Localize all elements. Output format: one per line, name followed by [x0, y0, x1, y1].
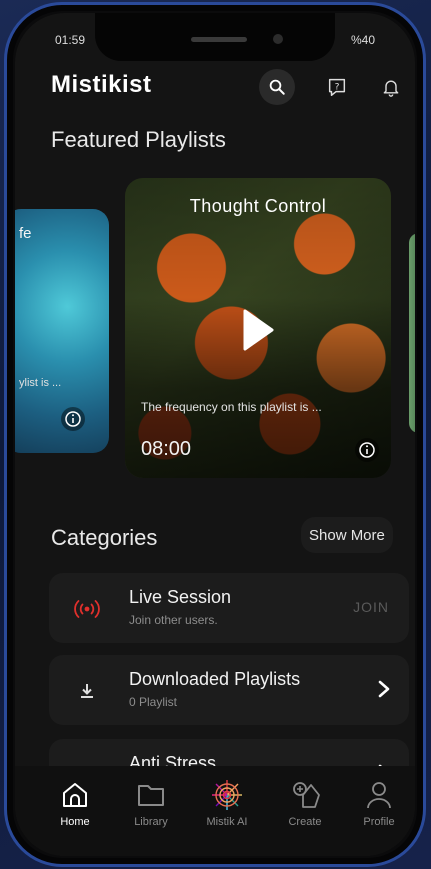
app-bar: Mistikist ? [51, 69, 399, 105]
help-chat-icon: ? [328, 78, 346, 96]
playlist-card-left[interactable]: fe ylist is ... [15, 209, 109, 453]
playlist-card-title: Thought Control [189, 196, 327, 216]
featured-playlists-title: Featured Playlists [51, 127, 226, 152]
info-icon [355, 438, 379, 462]
app-logo: Mistikist [51, 71, 152, 98]
category-name: Live Session [129, 587, 232, 607]
playlist-card-description: The frequency on this playlist is ... [141, 400, 322, 414]
help-button[interactable]: ? [319, 69, 355, 105]
search-button[interactable] [259, 69, 295, 105]
playlist-card-left-desc: ylist is ... [19, 377, 62, 389]
download-icon [73, 677, 101, 705]
info-icon [61, 407, 85, 431]
notifications-button[interactable] [373, 69, 409, 105]
phone-frame: 01:59 %40 Mistikist ? Featured Playlists… [4, 2, 426, 867]
search-icon [269, 79, 285, 95]
mistik-ai-icon [191, 778, 263, 812]
nav-library[interactable]: Library [115, 778, 187, 828]
playlist-card-right[interactable] [409, 233, 415, 433]
nav-profile[interactable]: Profile [343, 778, 415, 828]
bottom-navigation: Home Library Mistik AI Create Profile [15, 766, 415, 856]
app-screen: 01:59 %40 Mistikist ? Featured Playlists… [15, 13, 415, 856]
categories-title: Categories [51, 525, 158, 550]
camera-notch [95, 13, 335, 61]
nav-create[interactable]: Create [269, 778, 341, 828]
nav-label: Home [60, 816, 90, 828]
category-live-session[interactable]: Live Session Join other users. JOIN [49, 573, 409, 643]
profile-icon [343, 778, 415, 812]
playlist-card-featured[interactable]: Thought Control The frequency on this pl… [125, 178, 391, 478]
nav-mistik-ai[interactable]: Mistik AI [191, 778, 263, 828]
show-more-button[interactable]: Show More [301, 517, 393, 553]
folder-icon [115, 778, 187, 812]
home-icon [39, 778, 111, 812]
speaker-grille [191, 37, 247, 42]
bell-icon [383, 80, 399, 97]
nav-label: Profile [363, 816, 395, 828]
nav-home[interactable]: Home [39, 778, 111, 828]
svg-text:?: ? [335, 81, 340, 92]
play-icon [243, 309, 274, 351]
category-downloaded-playlists[interactable]: Downloaded Playlists 0 Playlist [49, 655, 409, 725]
create-icon [269, 778, 341, 812]
play-button[interactable] [241, 308, 275, 357]
category-name: Downloaded Playlists [129, 669, 301, 689]
join-button[interactable]: JOIN [353, 599, 389, 615]
status-battery: %40 [350, 33, 375, 47]
playlist-card-left-title: fe [19, 225, 32, 242]
category-subtitle: 0 Playlist [129, 695, 178, 709]
nav-label: Mistik AI [206, 816, 248, 828]
info-button[interactable] [355, 438, 379, 467]
category-subtitle: Join other users. [129, 613, 218, 627]
nav-label: Library [134, 816, 168, 828]
info-button[interactable] [61, 407, 85, 436]
chevron-right-icon [377, 679, 391, 704]
playlist-card-duration: 08:00 [141, 438, 192, 460]
status-time: 01:59 [55, 33, 86, 47]
nav-label: Create [288, 816, 322, 828]
camera-dot [273, 34, 283, 44]
live-broadcast-icon [73, 595, 101, 623]
